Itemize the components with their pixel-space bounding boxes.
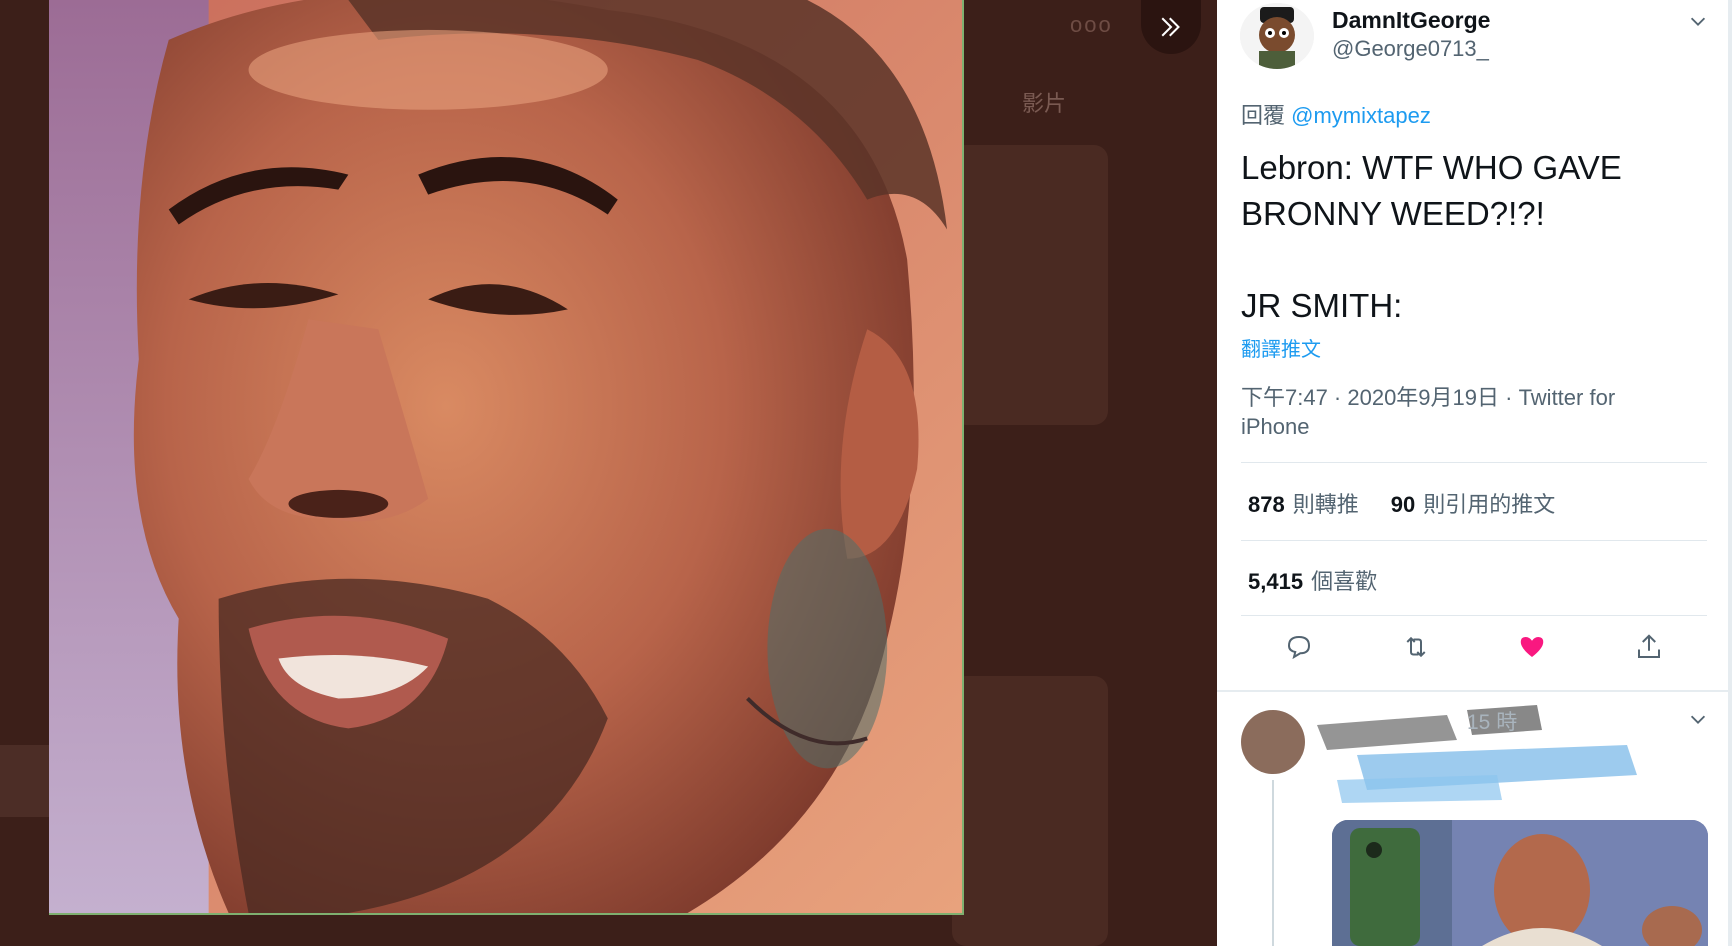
more-icon: ooo bbox=[1070, 12, 1113, 37]
tweet-detail-panel: DamnItGeorge @George0713_ 回覆 @mymixtapez… bbox=[1217, 0, 1732, 946]
share-icon[interactable] bbox=[1634, 632, 1664, 662]
likes-stat-row: 5,415 個喜歡 bbox=[1248, 564, 1377, 596]
reply-timestamp: 15 時 bbox=[1467, 711, 1518, 734]
display-name[interactable]: DamnItGeorge bbox=[1332, 7, 1490, 34]
quotes-stat[interactable]: 90 則引用的推文 bbox=[1391, 487, 1556, 519]
background-media-card bbox=[952, 676, 1108, 946]
divider bbox=[1241, 462, 1707, 463]
retweets-stat[interactable]: 878 則轉推 bbox=[1248, 487, 1359, 519]
reply-mention-link[interactable]: @mymixtapez bbox=[1291, 103, 1431, 128]
divider bbox=[1217, 690, 1728, 692]
likes-stat[interactable]: 5,415 個喜歡 bbox=[1248, 564, 1377, 596]
reply-prefix: 回覆 bbox=[1241, 103, 1286, 128]
reply-context: 回覆 @mymixtapez bbox=[1241, 98, 1431, 130]
reply-icon[interactable] bbox=[1284, 632, 1314, 662]
thread-line bbox=[1272, 780, 1274, 946]
double-chevron-right-icon bbox=[1161, 17, 1180, 37]
background-tab-label: 影片 bbox=[1022, 91, 1067, 116]
chevron-down-icon[interactable] bbox=[1687, 10, 1709, 32]
retweet-icon[interactable] bbox=[1401, 632, 1431, 662]
scrollbar[interactable] bbox=[1728, 0, 1732, 946]
reply-media[interactable] bbox=[1332, 820, 1708, 946]
user-handle[interactable]: @George0713_ bbox=[1332, 36, 1489, 62]
divider bbox=[1241, 615, 1707, 616]
tweet-actions bbox=[1241, 632, 1707, 662]
heart-filled-icon[interactable] bbox=[1517, 632, 1547, 662]
tweet-text: Lebron: WTF WHO GAVE BRONNY WEED?!?! JR … bbox=[1241, 149, 1622, 324]
engagement-stats: 878 則轉推 90 則引用的推文 bbox=[1248, 487, 1555, 519]
tweet-timestamp[interactable]: 下午7:47 · 2020年9月19日 · Twitter for iPhone bbox=[1241, 383, 1671, 441]
reply-avatar[interactable] bbox=[1241, 710, 1305, 774]
avatar[interactable] bbox=[1240, 3, 1314, 69]
divider bbox=[1241, 540, 1707, 541]
tweet-photo[interactable] bbox=[49, 0, 964, 915]
chevron-down-icon[interactable] bbox=[1687, 708, 1709, 730]
background-media-card bbox=[952, 145, 1108, 425]
translate-tweet-link[interactable]: 翻譯推文 bbox=[1241, 333, 1321, 362]
